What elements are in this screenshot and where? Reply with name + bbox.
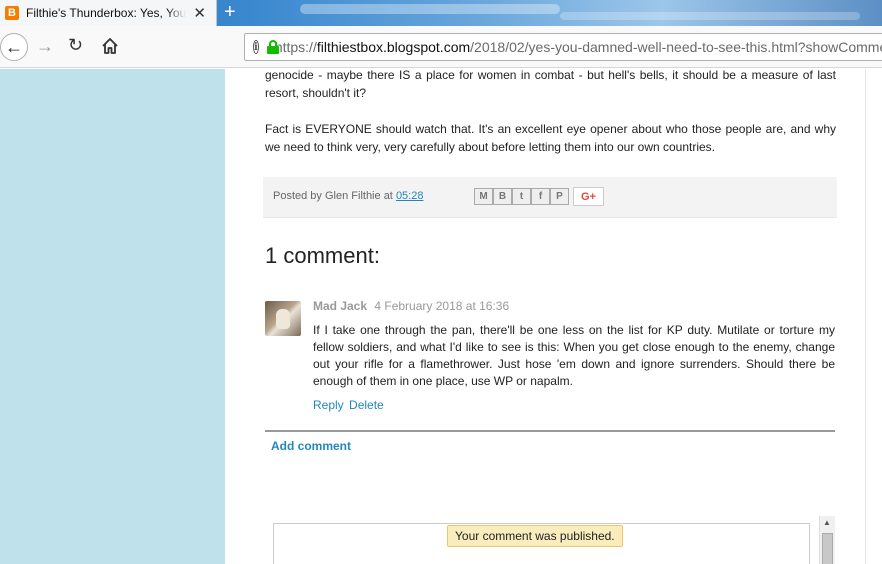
home-icon[interactable] xyxy=(100,36,120,56)
add-comment-link[interactable]: Add comment xyxy=(271,439,351,453)
comments-heading: 1 comment: xyxy=(265,243,380,268)
tab-title: Filthie's Thunderbox: Yes, You Damned We… xyxy=(26,6,186,20)
comment-published-notice: Your comment was published. xyxy=(447,525,623,547)
web-page: genocide - maybe there IS a place for wo… xyxy=(0,69,882,564)
comment-author-link[interactable]: Mad Jack xyxy=(313,299,367,313)
post-body: genocide - maybe there IS a place for wo… xyxy=(265,69,836,174)
share-buttons: M B t f P G+ xyxy=(474,187,604,206)
post-time-link[interactable]: 05:28 xyxy=(396,190,424,202)
post-author-link[interactable]: Glen Filthie xyxy=(325,190,381,202)
desktop-background-fragment xyxy=(560,12,860,20)
scroll-thumb[interactable] xyxy=(822,533,833,564)
post-byline: Posted by Glen Filthie at 05:28 xyxy=(273,190,424,202)
comment-text: If I take one through the pan, there'll … xyxy=(313,323,835,388)
browser-tab-active[interactable]: B Filthie's Thunderbox: Yes, You Damned … xyxy=(0,0,217,26)
info-icon[interactable]: i xyxy=(253,40,259,54)
twitter-share-icon[interactable]: t xyxy=(512,188,531,205)
post-footer: Posted by Glen Filthie at 05:28 M B t f … xyxy=(263,177,837,218)
email-share-icon[interactable]: M xyxy=(474,188,493,205)
address-bar[interactable]: i https://filthiestbox.blogspot.com/2018… xyxy=(244,33,882,61)
back-icon[interactable]: ← xyxy=(0,33,28,61)
url-text: https://filthiestbox.blogspot.com/2018/0… xyxy=(274,39,882,55)
comment-form-frame[interactable]: Your comment was published. xyxy=(273,523,810,564)
comment-date-link[interactable]: 4 February 2018 at 16:36 xyxy=(374,299,509,313)
pinterest-share-icon[interactable]: P xyxy=(550,188,569,205)
delete-link[interactable]: Delete xyxy=(349,398,384,412)
comment-frame-scrollbar[interactable]: ▲ xyxy=(819,516,835,564)
navigation-toolbar: ← → ↻ i https://filthiestbox.blogspot.co… xyxy=(0,26,882,68)
main-column: genocide - maybe there IS a place for wo… xyxy=(225,69,865,564)
comments-divider xyxy=(265,430,835,432)
close-tab-icon[interactable]: ✕ xyxy=(193,4,206,22)
page-edge xyxy=(865,69,866,564)
post-paragraph: genocide - maybe there IS a place for wo… xyxy=(265,69,836,100)
avatar[interactable] xyxy=(265,301,301,336)
tab-strip: B Filthie's Thunderbox: Yes, You Damned … xyxy=(0,0,882,26)
reload-icon[interactable]: ↻ xyxy=(68,35,83,56)
desktop-background-fragment xyxy=(300,4,560,14)
post-paragraph: Fact is EVERYONE should watch that. It's… xyxy=(265,122,836,154)
comment-actions: Reply Delete xyxy=(313,398,386,412)
comment-meta: Mad Jack 4 February 2018 at 16:36 xyxy=(313,299,509,313)
blogthis-share-icon[interactable]: B xyxy=(493,188,512,205)
new-tab-button[interactable]: + xyxy=(224,0,236,24)
reply-link[interactable]: Reply xyxy=(313,398,344,412)
facebook-share-icon[interactable]: f xyxy=(531,188,550,205)
forward-icon[interactable]: → xyxy=(36,36,54,57)
blogger-icon: B xyxy=(5,6,19,20)
page-sidebar-background xyxy=(0,69,225,564)
google-plus-share-button[interactable]: G+ xyxy=(573,187,604,206)
scroll-up-icon[interactable]: ▲ xyxy=(823,518,831,527)
